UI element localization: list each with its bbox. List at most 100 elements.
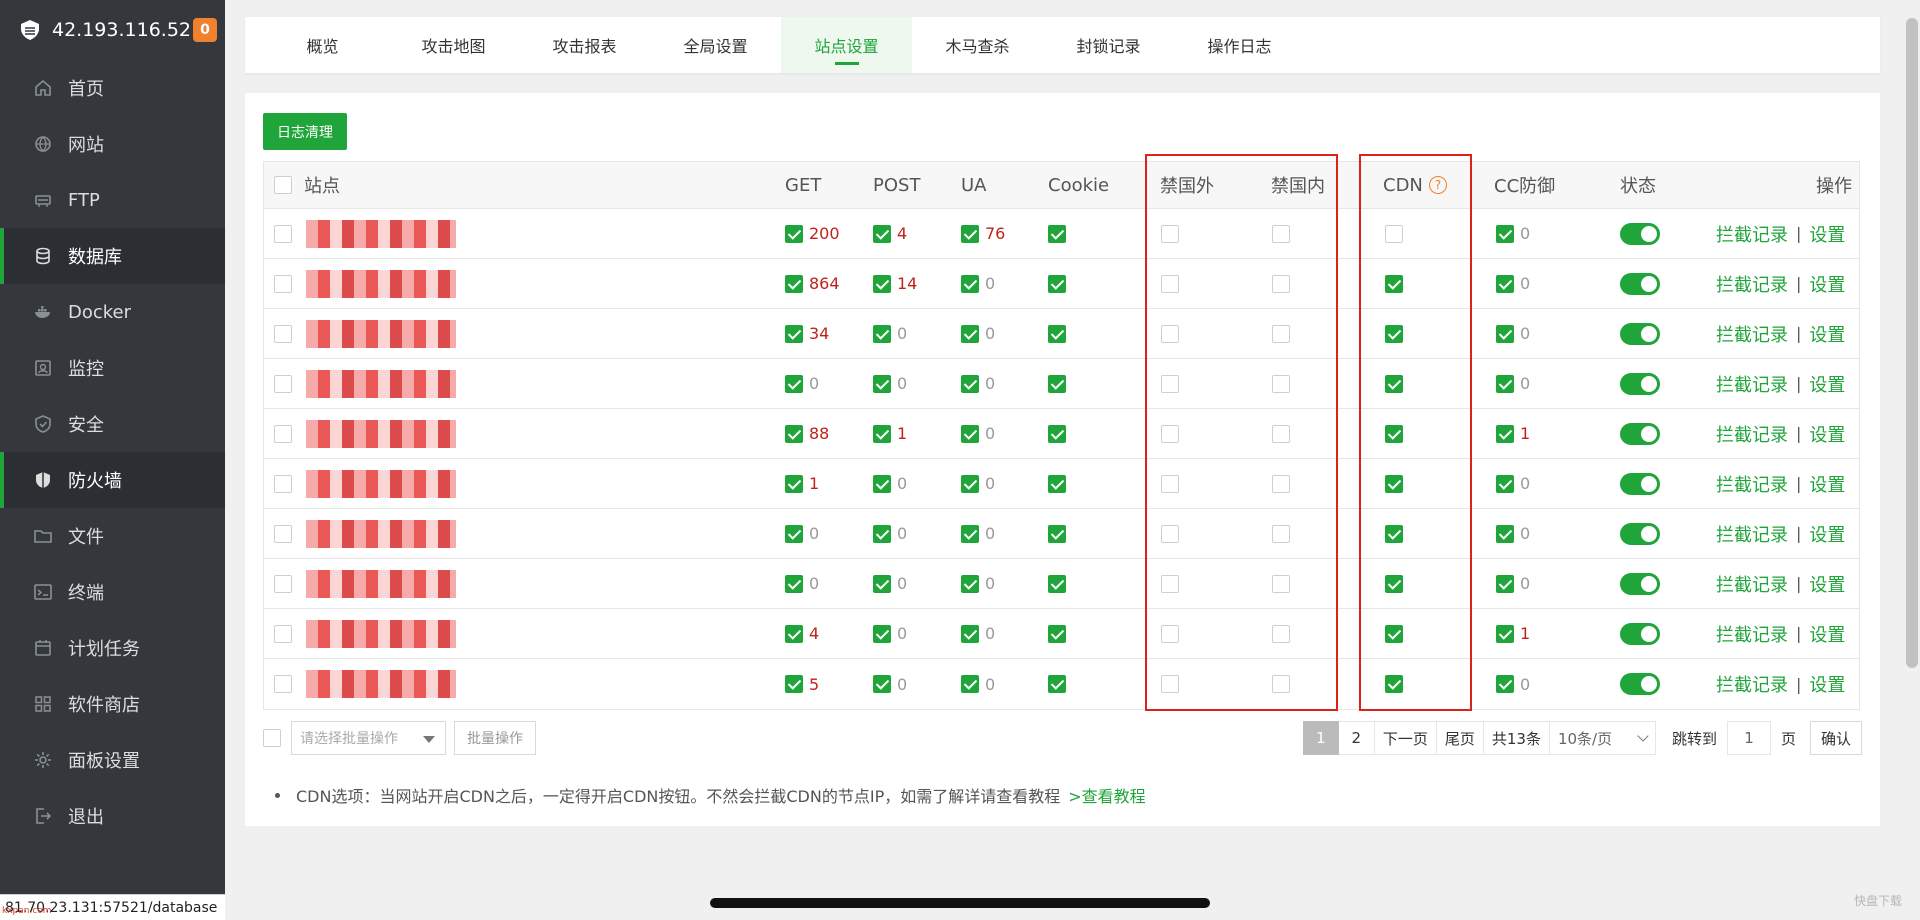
row-checkbox[interactable] — [274, 324, 292, 343]
status-toggle[interactable] — [1620, 272, 1660, 295]
confirm-jump-button[interactable]: 确认 — [1809, 721, 1862, 755]
status-toggle[interactable] — [1620, 472, 1660, 495]
ua-checkbox[interactable] — [961, 324, 979, 343]
sidebar-item-6[interactable]: 安全 — [0, 396, 225, 452]
post-checkbox[interactable] — [873, 574, 891, 593]
tab-5[interactable]: 木马查杀 — [912, 17, 1043, 73]
last-page-button[interactable]: 尾页 — [1436, 721, 1484, 755]
status-toggle[interactable] — [1620, 522, 1660, 545]
site-name-redacted[interactable] — [306, 320, 456, 348]
cookie-checkbox[interactable] — [1048, 324, 1066, 343]
cc-checkbox[interactable] — [1496, 224, 1514, 243]
cookie-checkbox[interactable] — [1048, 224, 1066, 243]
site-settings-link[interactable]: 设置 — [1809, 371, 1845, 397]
block-log-link[interactable]: 拦截记录 — [1716, 671, 1788, 697]
status-toggle[interactable] — [1620, 422, 1660, 445]
sidebar-item-2[interactable]: FTP — [0, 172, 225, 228]
post-checkbox[interactable] — [873, 624, 891, 643]
row-checkbox[interactable] — [274, 574, 292, 593]
row-checkbox[interactable] — [274, 274, 292, 293]
site-settings-link[interactable]: 设置 — [1809, 571, 1845, 597]
bulk-select-checkbox[interactable] — [263, 729, 281, 747]
sidebar-item-13[interactable]: 退出 — [0, 788, 225, 844]
post-checkbox[interactable] — [873, 675, 891, 693]
status-toggle[interactable] — [1620, 322, 1660, 345]
site-settings-link[interactable]: 设置 — [1809, 471, 1845, 497]
site-name-redacted[interactable] — [306, 570, 456, 598]
log-clean-button[interactable]: 日志清理 — [263, 113, 347, 150]
page-1[interactable]: 1 — [1302, 721, 1339, 755]
post-checkbox[interactable] — [873, 274, 891, 293]
cc-checkbox[interactable] — [1496, 424, 1514, 443]
block-log-link[interactable]: 拦截记录 — [1716, 621, 1788, 647]
message-badge[interactable]: 0 — [193, 18, 217, 42]
site-settings-link[interactable]: 设置 — [1809, 271, 1845, 297]
home-indicator[interactable] — [710, 898, 1210, 908]
cc-checkbox[interactable] — [1496, 524, 1514, 543]
site-settings-link[interactable]: 设置 — [1809, 671, 1845, 697]
site-name-redacted[interactable] — [306, 220, 456, 248]
sidebar-item-12[interactable]: 面板设置 — [0, 732, 225, 788]
row-checkbox[interactable] — [274, 675, 292, 693]
sidebar-item-9[interactable]: 终端 — [0, 564, 225, 620]
cookie-checkbox[interactable] — [1048, 374, 1066, 393]
row-checkbox[interactable] — [274, 524, 292, 543]
cookie-checkbox[interactable] — [1048, 274, 1066, 293]
ua-checkbox[interactable] — [961, 524, 979, 543]
row-checkbox[interactable] — [274, 474, 292, 493]
next-page-button[interactable]: 下一页 — [1374, 721, 1437, 755]
get-checkbox[interactable] — [785, 624, 803, 643]
cookie-checkbox[interactable] — [1048, 574, 1066, 593]
page-scrollbar[interactable] — [1906, 18, 1918, 668]
block-log-link[interactable]: 拦截记录 — [1716, 221, 1788, 247]
cookie-checkbox[interactable] — [1048, 474, 1066, 493]
tab-6[interactable]: 封锁记录 — [1043, 17, 1174, 73]
cookie-checkbox[interactable] — [1048, 524, 1066, 543]
status-toggle[interactable] — [1620, 572, 1660, 595]
get-checkbox[interactable] — [785, 474, 803, 493]
sidebar-item-5[interactable]: 监控 — [0, 340, 225, 396]
tab-0[interactable]: 概览 — [257, 17, 388, 73]
get-checkbox[interactable] — [785, 424, 803, 443]
ua-checkbox[interactable] — [961, 624, 979, 643]
block-log-link[interactable]: 拦截记录 — [1716, 371, 1788, 397]
site-settings-link[interactable]: 设置 — [1809, 221, 1845, 247]
sidebar-item-11[interactable]: 软件商店 — [0, 676, 225, 732]
get-checkbox[interactable] — [785, 274, 803, 293]
cc-checkbox[interactable] — [1496, 374, 1514, 393]
cc-checkbox[interactable] — [1496, 574, 1514, 593]
block-log-link[interactable]: 拦截记录 — [1716, 521, 1788, 547]
row-checkbox[interactable] — [274, 424, 292, 443]
sidebar-item-7[interactable]: 防火墙 — [0, 452, 225, 508]
tab-2[interactable]: 攻击报表 — [519, 17, 650, 73]
row-checkbox[interactable] — [274, 224, 292, 243]
ua-checkbox[interactable] — [961, 374, 979, 393]
get-checkbox[interactable] — [785, 574, 803, 593]
site-name-redacted[interactable] — [306, 420, 456, 448]
site-name-redacted[interactable] — [306, 520, 456, 548]
block-log-link[interactable]: 拦截记录 — [1716, 471, 1788, 497]
block-log-link[interactable]: 拦截记录 — [1716, 271, 1788, 297]
ua-checkbox[interactable] — [961, 474, 979, 493]
cc-checkbox[interactable] — [1496, 675, 1514, 693]
tab-4[interactable]: 站点设置 — [781, 17, 912, 73]
site-name-redacted[interactable] — [306, 470, 456, 498]
tab-3[interactable]: 全局设置 — [650, 17, 781, 73]
page-2[interactable]: 2 — [1338, 721, 1375, 755]
jump-page-input[interactable]: 1 — [1726, 721, 1771, 755]
tutorial-link[interactable]: >查看教程 — [1068, 783, 1145, 807]
site-name-redacted[interactable] — [306, 270, 456, 298]
bulk-action-button[interactable]: 批量操作 — [454, 721, 536, 755]
status-toggle[interactable] — [1620, 673, 1660, 695]
per-page-select[interactable]: 10条/页 — [1549, 721, 1656, 755]
cc-checkbox[interactable] — [1496, 324, 1514, 343]
get-checkbox[interactable] — [785, 675, 803, 693]
ua-checkbox[interactable] — [961, 424, 979, 443]
get-checkbox[interactable] — [785, 224, 803, 243]
block-log-link[interactable]: 拦截记录 — [1716, 571, 1788, 597]
cookie-checkbox[interactable] — [1048, 424, 1066, 443]
cookie-checkbox[interactable] — [1048, 624, 1066, 643]
sidebar-item-10[interactable]: 计划任务 — [0, 620, 225, 676]
post-checkbox[interactable] — [873, 324, 891, 343]
cc-checkbox[interactable] — [1496, 474, 1514, 493]
